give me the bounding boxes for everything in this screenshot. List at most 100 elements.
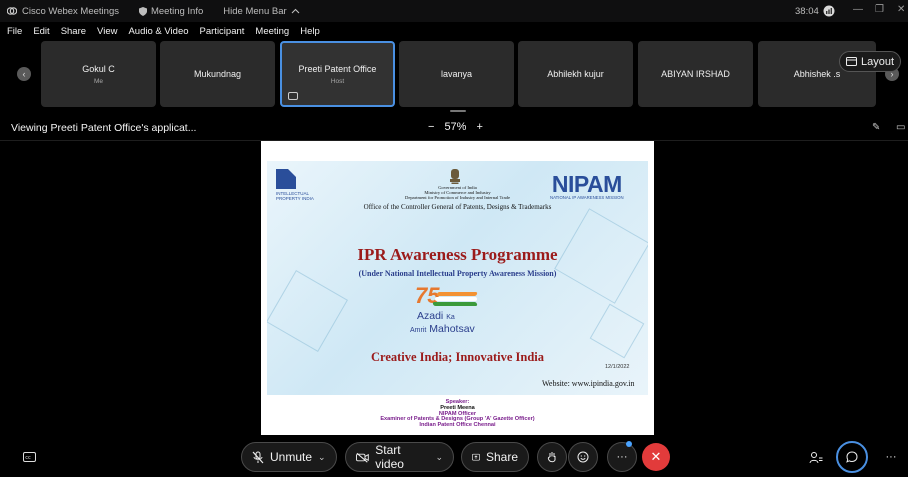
slide-website: Website: www.ipindia.gov.in bbox=[542, 379, 635, 388]
menu-bar: File Edit Share View Audio & Video Parti… bbox=[0, 22, 908, 41]
slide-title: IPR Awareness Programme bbox=[357, 245, 558, 264]
title-bar: Cisco Webex Meetings Meeting Info Hide M… bbox=[0, 0, 908, 22]
flag-green-stripe bbox=[432, 302, 478, 306]
zoom-value: 57% bbox=[444, 121, 467, 133]
smiley-icon bbox=[577, 451, 589, 463]
reactions-button[interactable] bbox=[568, 442, 598, 472]
participant-tile-mukundnag[interactable]: Mukundnag bbox=[160, 41, 275, 107]
azadi-amrit: Amrit bbox=[410, 327, 427, 334]
timer-value: 38:04 bbox=[795, 5, 819, 17]
menu-help[interactable]: Help bbox=[300, 26, 320, 37]
unmute-button[interactable]: Unmute ⌄ bbox=[241, 442, 337, 472]
participant-name: Abhishek .s bbox=[793, 69, 841, 79]
participant-tile-gokul[interactable]: Gokul C Me bbox=[41, 41, 156, 107]
participant-name: Gokul C bbox=[82, 63, 115, 74]
panel-more-button[interactable]: ··· bbox=[876, 442, 906, 472]
app-title: Cisco Webex Meetings bbox=[22, 5, 119, 17]
restore-button[interactable]: ❐ bbox=[875, 4, 884, 15]
chat-panel-button[interactable] bbox=[836, 441, 868, 473]
slide-subtitle: (Under National Intellectual Property Aw… bbox=[358, 269, 557, 278]
close-button[interactable]: ✕ bbox=[897, 4, 905, 15]
meeting-info-label: Meeting Info bbox=[150, 5, 204, 17]
meeting-info-button[interactable]: Meeting Info bbox=[138, 5, 204, 17]
chevron-down-icon: ⌄ bbox=[435, 451, 443, 462]
annotate-icon[interactable]: ✎ bbox=[872, 122, 880, 133]
hand-icon bbox=[547, 452, 556, 463]
unmute-label: Unmute bbox=[270, 450, 313, 464]
speaker-info: Speaker: Preeti Meena NIPAM Officer Exam… bbox=[261, 399, 654, 429]
participant-name: Mukundnag bbox=[193, 69, 242, 79]
participant-name: Abhilekh kujur bbox=[547, 69, 604, 79]
zoom-out-button[interactable]: − bbox=[428, 121, 434, 133]
amrit-mahotsav-line: Amrit Mahotsav bbox=[410, 323, 475, 335]
flag-white-stripe bbox=[435, 297, 477, 301]
participants-icon bbox=[809, 451, 823, 463]
view-options-icon[interactable]: ▭ bbox=[896, 122, 905, 133]
menu-share[interactable]: Share bbox=[61, 26, 86, 37]
start-video-button[interactable]: Start video ⌄ bbox=[345, 442, 454, 472]
chevron-up-icon bbox=[291, 8, 300, 14]
chat-icon bbox=[846, 451, 858, 463]
participant-strip: ‹ Gokul C Me Mukundnag Preeti Patent Off… bbox=[0, 41, 908, 108]
hide-menu-bar-button[interactable]: Hide Menu Bar bbox=[223, 5, 300, 17]
azadi-ka-amrit-mahotsav-logo: 75 Azadi Ka Amrit Mahotsav bbox=[410, 283, 495, 335]
webex-logo-icon bbox=[7, 7, 17, 15]
participant-name: ABIYAN IRSHAD bbox=[661, 69, 730, 79]
participant-role: Me bbox=[93, 77, 104, 85]
layout-button[interactable]: Layout bbox=[839, 51, 901, 72]
more-options-button[interactable]: ··· bbox=[607, 442, 637, 472]
participant-tile-abhilekh[interactable]: Abhilekh kujur bbox=[518, 41, 633, 107]
participants-panel-button[interactable] bbox=[801, 442, 831, 472]
sharing-screen-icon bbox=[288, 92, 298, 100]
slide-decoration bbox=[267, 270, 348, 352]
slide-date: 12/1/2022 bbox=[605, 364, 630, 370]
strip-resize-handle[interactable] bbox=[450, 110, 466, 112]
share-button[interactable]: Share bbox=[461, 442, 529, 472]
captions-button[interactable]: cc bbox=[14, 442, 44, 472]
viewing-bar: Viewing Preeti Patent Office's applicat.… bbox=[0, 115, 908, 141]
camera-off-icon bbox=[356, 452, 369, 463]
azadi-word-line: Azadi Ka bbox=[417, 310, 455, 322]
shared-document: INTELLECTUAL PROPERTY INDIA Government o… bbox=[261, 141, 654, 435]
nipam-logo: NIPAM NATIONAL IP AWARENESS MISSION bbox=[550, 171, 624, 201]
ellipsis-icon: ··· bbox=[885, 451, 897, 463]
participant-tile-preeti[interactable]: Preeti Patent Office Host bbox=[280, 41, 395, 107]
microphone-muted-icon bbox=[252, 451, 264, 463]
start-video-label: Start video bbox=[375, 443, 404, 471]
azadi-word: Azadi bbox=[417, 310, 444, 322]
participant-name: lavanya bbox=[440, 69, 473, 79]
minimize-button[interactable]: — bbox=[853, 4, 863, 15]
viewing-title: Viewing Preeti Patent Office's applicat.… bbox=[11, 122, 197, 134]
shield-icon bbox=[138, 6, 147, 16]
close-icon: ✕ bbox=[650, 449, 662, 464]
speaker-office: Indian Patent Office Chennai bbox=[419, 422, 496, 429]
slide-tagline: Creative India; Innovative India bbox=[370, 350, 545, 364]
flag-saffron-stripe bbox=[436, 292, 478, 296]
share-screen-icon bbox=[472, 453, 480, 460]
nipam-wordmark: NIPAM bbox=[551, 171, 622, 197]
network-indicator-icon bbox=[823, 5, 835, 17]
hide-menu-bar-label: Hide Menu Bar bbox=[223, 5, 287, 17]
meeting-timer: 38:04 bbox=[795, 5, 835, 17]
notification-dot bbox=[626, 441, 632, 447]
leave-meeting-button[interactable]: ✕ bbox=[642, 443, 670, 471]
raise-hand-button[interactable] bbox=[537, 442, 567, 472]
menu-meeting[interactable]: Meeting bbox=[255, 26, 289, 37]
menu-edit[interactable]: Edit bbox=[33, 26, 49, 37]
layout-label: Layout bbox=[860, 55, 895, 68]
participant-tile-lavanya[interactable]: lavanya bbox=[399, 41, 514, 107]
participant-tile-abiyan[interactable]: ABIYAN IRSHAD bbox=[638, 41, 753, 107]
chevron-left-icon: ‹ bbox=[22, 69, 26, 79]
menu-audio-video[interactable]: Audio & Video bbox=[128, 26, 188, 37]
national-emblem-icon bbox=[450, 169, 460, 184]
ellipsis-icon: ··· bbox=[616, 451, 628, 463]
zoom-in-button[interactable]: + bbox=[476, 121, 482, 133]
participant-name: Preeti Patent Office bbox=[298, 63, 377, 74]
control-bar: cc Unmute ⌄ Start video ⌄ Share ··· ✕ ··… bbox=[0, 437, 908, 477]
strip-prev-button[interactable]: ‹ bbox=[17, 67, 31, 81]
svg-text:cc: cc bbox=[25, 455, 31, 461]
layout-icon bbox=[845, 57, 857, 66]
menu-file[interactable]: File bbox=[7, 26, 22, 37]
menu-participant[interactable]: Participant bbox=[200, 26, 245, 37]
menu-view[interactable]: View bbox=[97, 26, 117, 37]
